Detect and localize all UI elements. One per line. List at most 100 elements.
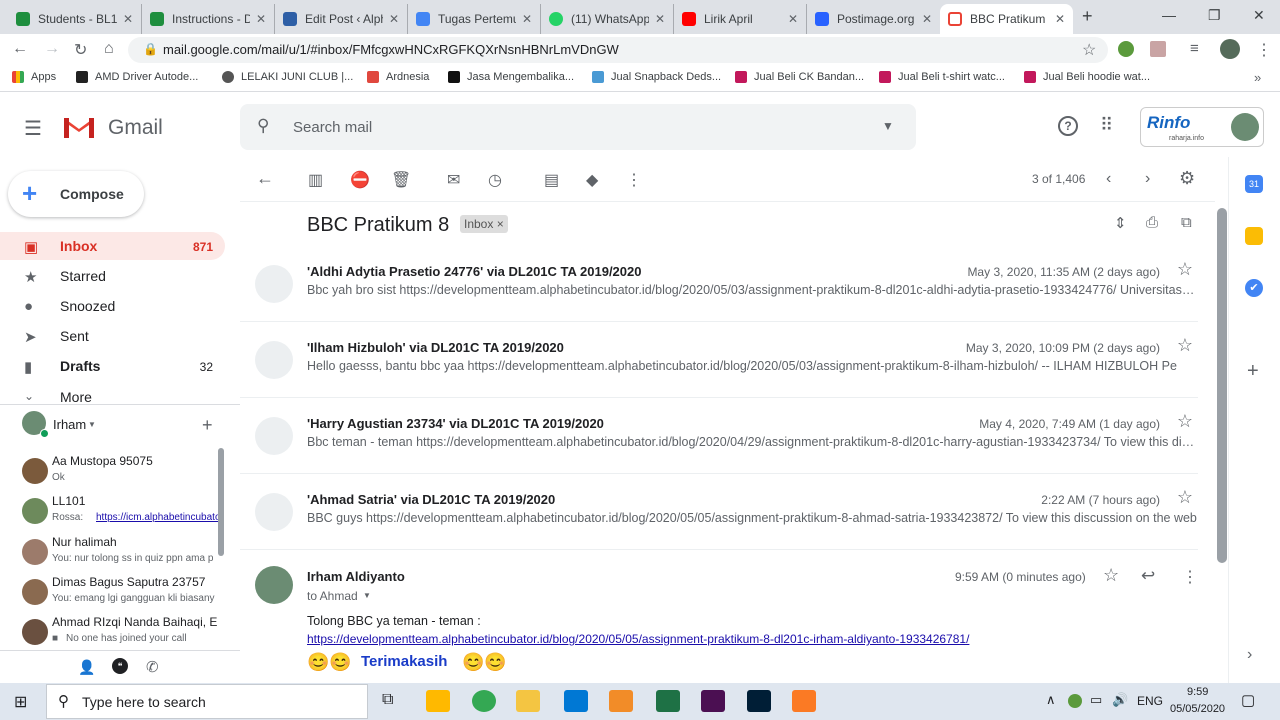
sidebar-item-snoozed[interactable]: Snoozed	[60, 298, 115, 314]
volume-icon[interactable]: 🔊	[1112, 692, 1128, 708]
mail-app-icon[interactable]	[564, 690, 588, 712]
photoshop-icon[interactable]	[747, 690, 771, 712]
sidebar-item-more[interactable]: More	[60, 389, 92, 405]
chevron-up-icon[interactable]: ∧	[1046, 692, 1056, 708]
taskbar-search-input[interactable]: Type here to search	[82, 694, 206, 710]
browser-tab[interactable]: Tugas Pertemu ✕	[408, 4, 541, 34]
task-view-icon[interactable]: ⧉	[382, 691, 393, 709]
sidebar-scrollbar[interactable]	[218, 448, 224, 556]
hangouts-icon[interactable]: ❝	[112, 658, 128, 674]
chevron-down-icon[interactable]: ▼	[88, 420, 96, 429]
delete-icon[interactable]: 🗑	[391, 170, 411, 190]
browser-tab[interactable]: Postimage.org ✕	[807, 4, 940, 34]
file-explorer-icon[interactable]	[516, 690, 540, 712]
label-chip-inbox[interactable]: Inbox ×	[460, 215, 508, 233]
star-icon[interactable]: ☆	[1177, 335, 1193, 356]
chevron-down-icon[interactable]: ▼	[363, 591, 371, 600]
mark-unread-icon[interactable]: ✉	[447, 170, 460, 190]
star-icon[interactable]: ☆	[1177, 259, 1193, 280]
close-icon[interactable]: ✕	[788, 12, 798, 26]
windows-start-icon[interactable]: ⊞	[14, 692, 27, 712]
phone-icon[interactable]: ✆	[146, 658, 159, 676]
close-icon[interactable]: ✕	[256, 12, 266, 26]
sidebar-label-inbox[interactable]: Inbox	[60, 238, 97, 254]
reload-button[interactable]: ↻	[74, 40, 87, 60]
new-window-icon[interactable]: ⧉	[1181, 214, 1192, 231]
back-to-inbox-button[interactable]: ←	[256, 168, 274, 189]
calendar-icon[interactable]: 31	[1245, 175, 1263, 193]
network-icon[interactable]: ▭	[1090, 692, 1102, 708]
add-addon-icon[interactable]: +	[1247, 360, 1259, 383]
clock-date[interactable]: 05/05/2020	[1170, 703, 1225, 715]
print-icon[interactable]: ⎙	[1146, 214, 1158, 231]
bookmark-item[interactable]: Jual Beli CK Bandan...	[735, 71, 864, 83]
close-icon[interactable]: ✕	[389, 12, 399, 26]
chat-list-item[interactable]: Nur halimah You: nur tolong ss in quiz p…	[22, 535, 220, 575]
bookmarks-overflow-icon[interactable]: »	[1254, 70, 1261, 85]
excel-icon[interactable]	[656, 690, 680, 712]
store-icon[interactable]	[426, 690, 450, 712]
newer-button[interactable]: ‹	[1106, 170, 1111, 188]
snooze-icon[interactable]: ◷	[488, 170, 502, 190]
bookmark-item[interactable]: Ardnesia	[367, 71, 429, 83]
maximize-button[interactable]: ❐	[1208, 7, 1221, 24]
chat-list-item[interactable]: Aa Mustopa 95075 Ok	[22, 454, 220, 494]
collapsed-message[interactable]: 'Aldhi Adytia Prasetio 24776' via DL201C…	[240, 246, 1198, 322]
tray-icon[interactable]	[1068, 694, 1082, 708]
close-icon[interactable]: ✕	[655, 12, 665, 26]
profile-avatar[interactable]	[1220, 39, 1240, 59]
browser-tab[interactable]: Instructions - D ✕	[142, 4, 275, 34]
close-icon[interactable]: ✕	[1055, 12, 1065, 26]
sidebar-item-starred[interactable]: Starred	[60, 268, 106, 284]
show-panel-icon[interactable]: ›	[1247, 646, 1252, 664]
back-button[interactable]: ←	[12, 40, 28, 58]
reading-list-icon[interactable]: ≡	[1190, 40, 1199, 57]
main-menu-icon[interactable]: ☰	[24, 116, 42, 141]
chat-link[interactable]: https://icm.alphabetincubator.id	[96, 512, 220, 523]
new-chat-button[interactable]: +	[202, 415, 213, 436]
close-icon[interactable]: ✕	[123, 12, 133, 26]
chrome-icon[interactable]	[472, 690, 496, 712]
bookmark-item[interactable]: AMD Driver Autode...	[76, 71, 198, 83]
move-to-icon[interactable]: ▤	[544, 170, 559, 190]
search-options-icon[interactable]: ▼	[882, 119, 894, 133]
tasks-icon[interactable]: ✔	[1245, 279, 1263, 297]
star-icon[interactable]: ☆	[1177, 411, 1193, 432]
contacts-icon[interactable]: 👤	[78, 659, 95, 676]
close-window-button[interactable]: ✕	[1253, 7, 1265, 24]
collapsed-message[interactable]: 'Harry Agustian 23734' via DL201C TA 201…	[240, 398, 1198, 474]
settings-gear-icon[interactable]: ⚙	[1179, 168, 1195, 189]
notifications-icon[interactable]: ▢	[1241, 691, 1255, 709]
archive-icon[interactable]: ▥	[308, 170, 323, 190]
close-icon[interactable]: ✕	[522, 12, 532, 26]
collapsed-message[interactable]: 'Ahmad Satria' via DL201C TA 2019/2020 2…	[240, 474, 1198, 550]
star-icon[interactable]: ☆	[1103, 565, 1119, 586]
older-button[interactable]: ›	[1145, 170, 1150, 188]
browser-tab[interactable]: Edit Post ‹ Alph ✕	[275, 4, 408, 34]
search-input[interactable]: Search mail	[293, 119, 372, 136]
bookmark-star-icon[interactable]: ☆	[1082, 40, 1096, 60]
more-options-icon[interactable]: ⋮	[626, 170, 642, 190]
remove-label-icon[interactable]: ×	[497, 217, 504, 231]
reply-icon[interactable]: ↩	[1141, 566, 1155, 586]
sublime-icon[interactable]	[609, 690, 633, 712]
minimize-button[interactable]: —	[1162, 7, 1176, 23]
language-indicator[interactable]: ENG	[1137, 694, 1163, 708]
sidebar-item-drafts[interactable]: Drafts	[60, 358, 100, 374]
forward-button[interactable]: →	[44, 40, 60, 58]
home-button[interactable]: ⌂	[104, 40, 114, 58]
bookmark-item[interactable]: Jasa Mengembalika...	[448, 71, 574, 83]
star-icon[interactable]: ☆	[1177, 487, 1193, 508]
main-scrollbar[interactable]	[1217, 208, 1227, 563]
new-tab-button[interactable]: +	[1082, 6, 1093, 27]
browser-tab[interactable]: Lirik April ✕	[674, 4, 807, 34]
chat-list-item[interactable]: LL101 Rossa: https://icm.alphabetincubat…	[22, 494, 220, 534]
clock-time[interactable]: 9:59	[1187, 686, 1208, 698]
sidebar-item-sent[interactable]: Sent	[60, 328, 89, 344]
keep-icon[interactable]	[1245, 227, 1263, 245]
sender-name[interactable]: Irham Aldiyanto	[307, 569, 405, 584]
premiere-icon[interactable]	[701, 690, 725, 712]
xampp-icon[interactable]	[792, 690, 816, 712]
bookmark-item[interactable]: LELAKI JUNI CLUB |...	[222, 71, 353, 83]
browser-tab[interactable]: (11) WhatsApp ✕	[541, 4, 674, 34]
